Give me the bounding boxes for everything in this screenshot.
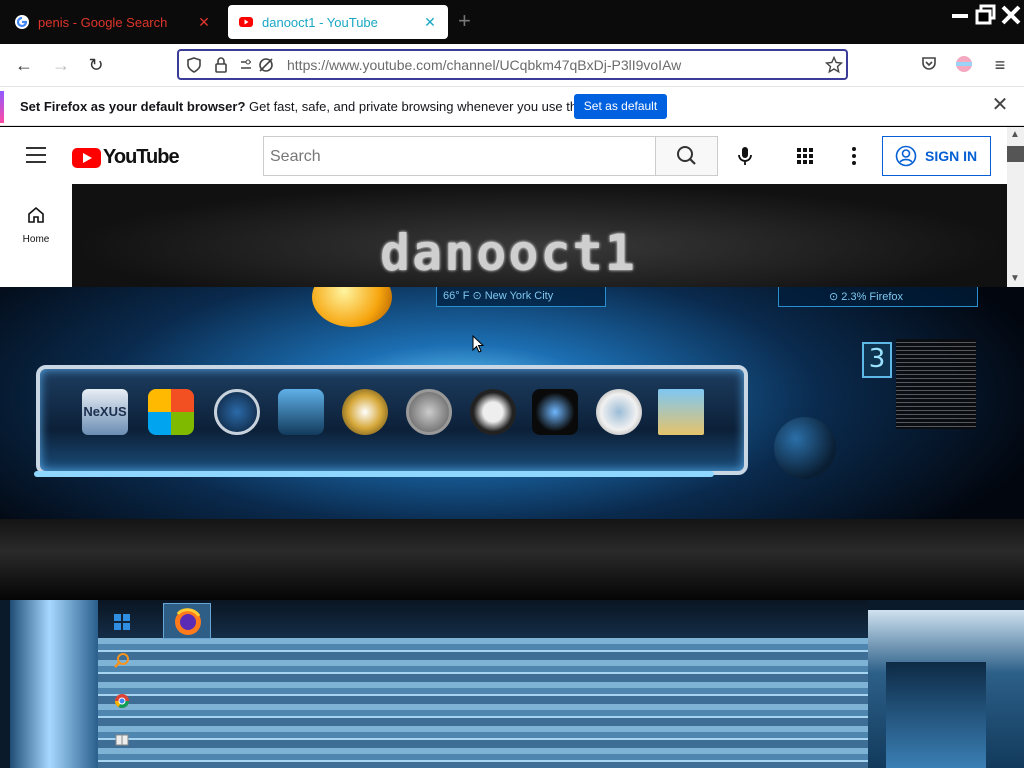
reload-icon[interactable]: ↻	[85, 54, 107, 76]
tab-google-search[interactable]: penis - Google Search ✕	[4, 5, 222, 39]
dock-glow-line	[34, 471, 714, 477]
bookmark-star-icon[interactable]	[824, 55, 844, 74]
url-text: https://www.youtube.com/channel/UCqbkm47…	[287, 57, 682, 73]
moon-graphic	[774, 417, 836, 479]
home-icon	[28, 206, 44, 223]
mouse-cursor-icon	[472, 334, 485, 353]
tab-close-icon[interactable]: ✕	[196, 14, 212, 31]
guide-menu-icon[interactable]	[26, 147, 46, 163]
note-widget-icon[interactable]: 3	[862, 342, 892, 378]
scrollbar-thumb[interactable]	[1007, 146, 1024, 162]
sun-planet-graphic	[312, 287, 392, 327]
youtube-logo[interactable]: YouTube	[72, 146, 180, 169]
nexus-logo-icon[interactable]: NeXUS	[82, 389, 128, 435]
scroll-down-icon[interactable]: ▼	[1010, 273, 1020, 284]
headphones-icon[interactable]	[470, 389, 516, 435]
page-scrollbar[interactable]: ▲ ▼	[1007, 127, 1024, 287]
close-window-icon[interactable]	[1000, 4, 1022, 26]
firefox-icon	[175, 608, 201, 635]
more-options-icon[interactable]	[846, 146, 862, 166]
desktop-wallpaper: 66° F ⊙ New York City ⊙ 2.3% Firefox NeX…	[0, 287, 1024, 600]
weather-widget: 66° F ⊙ New York City	[436, 287, 606, 307]
windows-logo-icon[interactable]	[114, 614, 130, 630]
metal-frame	[0, 519, 1024, 600]
youtube-play-icon	[72, 147, 101, 168]
taskbar-strip	[98, 600, 868, 638]
taskbar-firefox-button[interactable]	[163, 603, 211, 639]
shield-icon[interactable]	[185, 56, 203, 74]
search-icon	[677, 146, 696, 165]
set-as-default-button[interactable]: Set as default	[574, 94, 667, 119]
alien-icon[interactable]	[278, 389, 324, 435]
tab-title: danooct1 - YouTube	[262, 14, 378, 30]
sign-in-button[interactable]: SIGN IN	[882, 136, 991, 176]
url-bar[interactable]: https://www.youtube.com/channel/UCqbkm47…	[177, 49, 848, 80]
character-icon[interactable]	[658, 389, 704, 435]
permissions-icon[interactable]	[239, 56, 277, 74]
forward-arrow-icon[interactable]: →	[50, 54, 72, 76]
sign-in-label: SIGN IN	[925, 148, 978, 164]
search-button[interactable]	[655, 136, 718, 176]
note-text-widget	[896, 339, 976, 429]
gauge-icon[interactable]	[596, 389, 642, 435]
default-browser-notification: Set Firefox as your default browser? Get…	[0, 86, 1024, 126]
book-icon[interactable]	[114, 732, 130, 748]
cpu-meter-widget: ⊙ 2.3% Firefox	[778, 287, 978, 307]
taskbar-body	[98, 638, 868, 768]
nexus-dock: NeXUS	[36, 365, 748, 475]
user-circle-icon	[895, 145, 917, 167]
scroll-up-icon[interactable]: ▲	[1010, 129, 1020, 140]
channel-banner: danooct1	[72, 184, 1007, 287]
restore-icon[interactable]	[975, 4, 997, 26]
account-avatar-icon[interactable]	[953, 54, 975, 76]
taskbar-tower-graphic	[10, 600, 98, 768]
taskbar	[0, 600, 1024, 768]
google-favicon-icon	[14, 14, 30, 30]
new-tab-icon[interactable]: +	[458, 10, 471, 32]
microphone-icon[interactable]	[734, 145, 756, 167]
tab-title: penis - Google Search	[38, 14, 168, 30]
notification-text: Get fast, safe, and private browsing whe…	[245, 99, 616, 114]
chrome-icon[interactable]	[114, 693, 130, 709]
search-input[interactable]: Search	[263, 136, 655, 176]
sidebar-item-home[interactable]: Home	[18, 205, 54, 245]
app-menu-icon[interactable]: ≡	[989, 54, 1011, 76]
youtube-favicon-icon	[238, 14, 254, 30]
search-icon[interactable]	[114, 652, 130, 668]
notification-close-icon[interactable]: ✕	[991, 95, 1009, 115]
clock-icon[interactable]	[214, 389, 260, 435]
atom-icon[interactable]	[342, 389, 388, 435]
youtube-page: YouTube Search SIGN IN Home danooct1 ▲ ▼	[0, 127, 1024, 287]
notification-bold-text: Set Firefox as your default browser?	[20, 99, 246, 114]
sidebar-item-label: Home	[22, 234, 50, 245]
tab-strip: penis - Google Search ✕ danooct1 - YouTu…	[0, 0, 1024, 44]
bell-icon[interactable]	[406, 389, 452, 435]
windows-start-icon[interactable]	[148, 389, 194, 435]
pocket-icon[interactable]	[918, 54, 940, 76]
lock-icon[interactable]	[212, 56, 230, 74]
tab-youtube[interactable]: danooct1 - YouTube ✕	[228, 5, 448, 39]
notification-accent	[0, 91, 4, 123]
notification-message: Set Firefox as your default browser? Get…	[20, 99, 615, 114]
apps-grid-icon[interactable]	[796, 147, 814, 165]
back-arrow-icon[interactable]: ←	[13, 54, 35, 76]
tab-close-icon[interactable]: ✕	[422, 14, 438, 31]
youtube-wordmark: YouTube	[103, 146, 180, 168]
channel-banner-text: danooct1	[380, 224, 637, 282]
system-tray	[886, 662, 986, 768]
minimize-icon[interactable]	[950, 4, 972, 26]
navigation-toolbar: ← → ↻ https://www.youtube.com/channel/UC…	[0, 44, 1024, 86]
camera-icon[interactable]	[532, 389, 578, 435]
